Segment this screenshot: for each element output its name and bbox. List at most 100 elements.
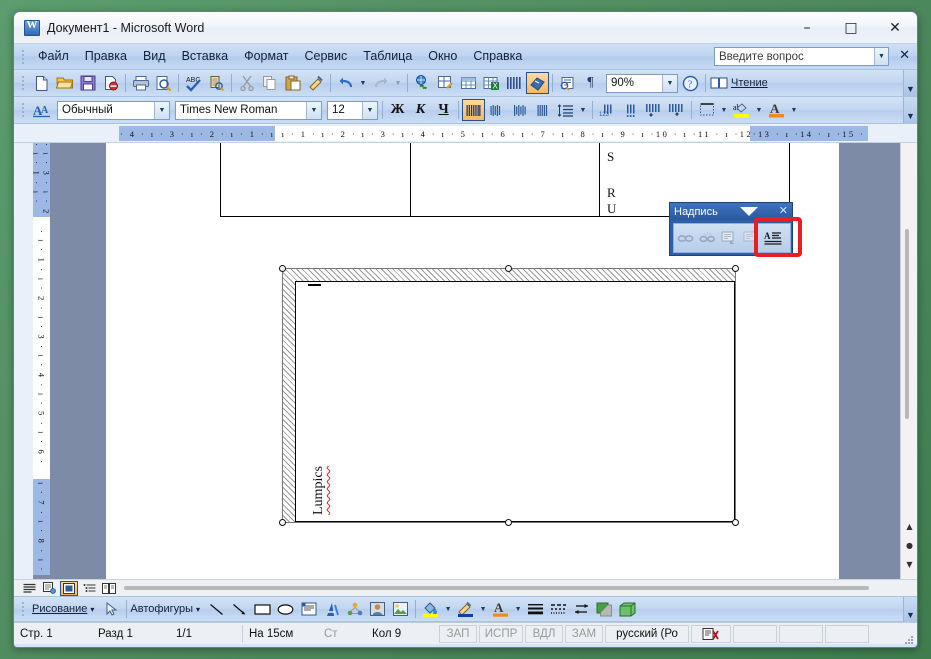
print-icon[interactable] — [129, 72, 152, 94]
reading-layout-view-icon[interactable] — [100, 581, 118, 596]
menu-view[interactable]: Вид — [135, 46, 174, 67]
picture-icon[interactable] — [389, 598, 412, 620]
vertical-scrollbar[interactable]: ▲ ● ▼ — [900, 143, 917, 579]
vertical-scrollbar-thumb[interactable] — [905, 229, 909, 419]
help-question-icon[interactable]: ? — [679, 72, 702, 94]
horizontal-scrollbar-thumb[interactable] — [124, 586, 869, 590]
status-ovr[interactable]: ЗАМ — [565, 624, 603, 643]
line-color-dropdown-icon[interactable]: ▼ — [477, 598, 489, 620]
status-trk[interactable]: ИСПР — [479, 624, 523, 643]
undo-dropdown-icon[interactable]: ▼ — [357, 72, 369, 94]
formatting-toolbar-overflow-button[interactable]: ▼ — [903, 97, 917, 123]
diagram-icon[interactable] — [343, 598, 366, 620]
line-icon[interactable] — [205, 598, 228, 620]
drawing-icon[interactable] — [526, 72, 549, 94]
insert-excel-sheet-icon[interactable]: X — [480, 72, 503, 94]
paste-icon[interactable] — [281, 72, 304, 94]
zoom-combo[interactable]: 90% ▼ — [606, 73, 678, 93]
align-center-icon[interactable] — [508, 99, 531, 121]
fill-color-icon[interactable] — [419, 598, 442, 620]
font-size-combo[interactable]: 12 ▼ — [327, 100, 378, 120]
research-icon[interactable] — [205, 72, 228, 94]
print-preview-icon[interactable] — [152, 72, 175, 94]
resize-handle-se[interactable] — [732, 519, 739, 526]
resize-handle-n[interactable] — [505, 265, 512, 272]
select-browse-object-icon[interactable]: ● — [901, 537, 917, 553]
drawing-toolbar-grip[interactable] — [19, 600, 27, 618]
status-ext[interactable]: ВДЛ — [525, 624, 563, 643]
highlight-dropdown-icon[interactable]: ▼ — [753, 99, 765, 121]
styles-and-formatting-icon[interactable]: AA — [30, 99, 53, 121]
cut-scissors-icon[interactable] — [235, 72, 258, 94]
drawing-menu-label[interactable]: Рисование — [32, 603, 87, 615]
chevron-down-icon[interactable]: ▼ — [306, 101, 321, 119]
window-resize-grip[interactable] — [902, 633, 914, 645]
standard-toolbar-grip[interactable] — [19, 74, 27, 92]
arrow-style-icon[interactable] — [570, 598, 593, 620]
drawing-toolbar-overflow-button[interactable]: ▼ — [903, 597, 917, 622]
copy-icon[interactable] — [258, 72, 281, 94]
font-color-icon[interactable]: A — [765, 99, 788, 121]
menu-table[interactable]: Таблица — [355, 46, 420, 67]
autoshapes-label[interactable]: Автофигуры — [130, 603, 193, 615]
font-color-dropdown-icon[interactable]: ▼ — [788, 99, 800, 121]
horizontal-ruler[interactable]: 5 · ı · 4 · ı · 3 · ı · 2 · ı · 1 · ı · … — [14, 124, 917, 143]
shadow-style-icon[interactable] — [593, 598, 616, 620]
increase-indent-icon[interactable] — [665, 99, 688, 121]
select-arrow-icon[interactable] — [100, 598, 123, 620]
underline-button[interactable]: Ч — [432, 99, 455, 121]
previous-textbox-icon[interactable] — [718, 227, 740, 249]
scroll-down-double-icon[interactable]: ▼ — [901, 556, 917, 572]
menu-window[interactable]: Окно — [420, 46, 465, 67]
reading-book-icon[interactable] — [709, 72, 729, 94]
floating-toolbar-close-button[interactable]: ✕ — [779, 204, 788, 217]
format-painter-icon[interactable] — [304, 72, 327, 94]
permission-icon[interactable] — [99, 72, 122, 94]
textbox-vertical-text[interactable]: Lumpics — [311, 466, 327, 515]
menu-help[interactable]: Справка — [465, 46, 530, 67]
normal-view-icon[interactable] — [20, 581, 38, 596]
show-formatting-marks-icon[interactable]: ¶ — [579, 72, 602, 94]
resize-handle-sw[interactable] — [279, 519, 286, 526]
clipart-icon[interactable] — [366, 598, 389, 620]
numbered-list-icon[interactable]: 123 — [596, 99, 619, 121]
textbox-shape[interactable]: Lumpics — [279, 265, 739, 526]
autoshapes-arrow[interactable]: ▾ — [196, 605, 200, 614]
italic-button[interactable]: К — [409, 99, 432, 121]
open-folder-icon[interactable] — [53, 72, 76, 94]
borders-dropdown-icon[interactable]: ▼ — [718, 99, 730, 121]
oval-icon[interactable] — [274, 598, 297, 620]
drawing-menu-arrow[interactable]: ▾ — [90, 605, 94, 614]
line-style-icon[interactable] — [524, 598, 547, 620]
undo-icon[interactable] — [334, 72, 357, 94]
reading-label[interactable]: Чтение — [731, 77, 768, 89]
font-combo[interactable]: Times New Roman ▼ — [175, 100, 322, 120]
arrow-icon[interactable] — [228, 598, 251, 620]
create-textbox-link-icon[interactable] — [674, 227, 696, 249]
menu-tools[interactable]: Сервис — [296, 46, 355, 67]
rectangle-icon[interactable] — [251, 598, 274, 620]
vertical-ruler[interactable]: · ı · 3 · ı · 2 · ı · 1 · ı · · ı · 1 · … — [33, 143, 50, 575]
line-spacing-icon[interactable] — [554, 99, 577, 121]
chevron-down-icon[interactable]: ▼ — [662, 74, 677, 92]
dash-style-icon[interactable] — [547, 598, 570, 620]
line-spacing-dropdown-icon[interactable]: ▼ — [577, 99, 589, 121]
resize-handle-ne[interactable] — [732, 265, 739, 272]
menu-insert[interactable]: Вставка — [174, 46, 236, 67]
resize-handle-s[interactable] — [505, 519, 512, 526]
wordart-icon[interactable] — [320, 598, 343, 620]
borders-icon[interactable] — [695, 99, 718, 121]
align-justify-icon[interactable] — [462, 99, 485, 121]
menubar-grip[interactable] — [19, 48, 27, 66]
tables-borders-icon[interactable] — [434, 72, 457, 94]
close-button[interactable]: ✕ — [873, 12, 917, 43]
close-document-button[interactable]: ✕ — [899, 48, 910, 63]
font-color-dropdown-icon-2[interactable]: ▼ — [512, 598, 524, 620]
new-document-icon[interactable] — [30, 72, 53, 94]
columns-icon[interactable] — [503, 72, 526, 94]
document-map-icon[interactable] — [556, 72, 579, 94]
standard-toolbar-overflow-button[interactable]: ▼ — [903, 70, 917, 96]
redo-dropdown-icon[interactable]: ▼ — [392, 72, 404, 94]
spellcheck-status-icon[interactable] — [691, 624, 731, 643]
textbox-inner-frame[interactable]: Lumpics — [295, 281, 735, 522]
